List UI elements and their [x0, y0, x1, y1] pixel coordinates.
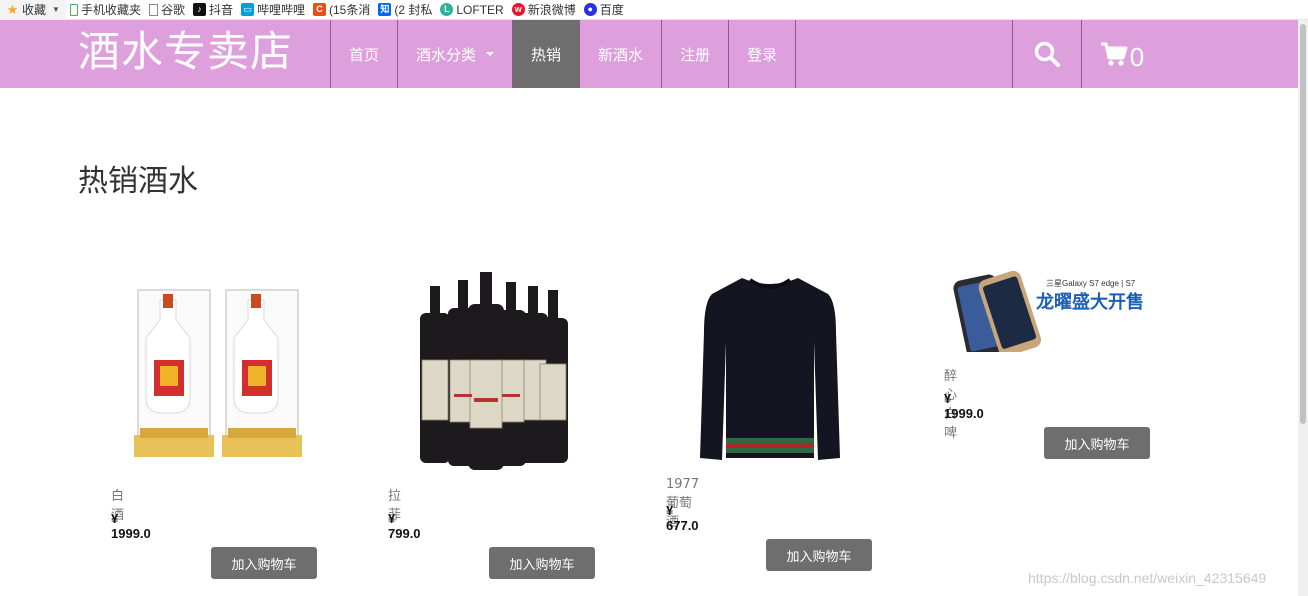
douyin-icon: ♪: [192, 3, 206, 16]
scrollbar[interactable]: [1298, 20, 1308, 596]
product-price: ¥ 1999.0: [111, 511, 151, 541]
page-title: 热销酒水: [78, 164, 198, 199]
bookmarks-bar: ★ 收藏 ▼ 手机收藏夹 谷歌 ♪ 抖音 ▭ 哔哩哔哩 C (15条消 知 (2…: [0, 0, 1308, 20]
brand-logo[interactable]: 酒水专卖店: [78, 26, 293, 78]
nav-item-home[interactable]: 首页: [330, 20, 397, 88]
cart-button[interactable]: 0: [1082, 20, 1162, 88]
nav-item-hot[interactable]: 热销: [512, 20, 580, 88]
bookmark-item[interactable]: L LOFTER: [436, 0, 507, 20]
nav-item-login[interactable]: 登录: [728, 20, 797, 88]
weibo-icon: w: [511, 3, 525, 16]
bookmark-item[interactable]: ▭ 哔哩哔哩: [237, 0, 309, 20]
banner-big-text: 龙曜盛大开售: [1036, 292, 1144, 313]
nav-item-new[interactable]: 新酒水: [579, 20, 661, 88]
navbar: 酒水专卖店 首页 酒水分类 热销 新酒水 注册 登录 0: [0, 20, 1298, 88]
lofter-icon: L: [440, 3, 454, 16]
product-price: ¥ 1999.0: [944, 391, 984, 421]
add-to-cart-button[interactable]: 加入购物车: [211, 547, 317, 579]
bookmark-item[interactable]: 知 (2 封私: [374, 0, 436, 20]
cart-count: 0: [1129, 41, 1145, 72]
caret-down-icon: [486, 52, 495, 56]
cart-icon: [1100, 42, 1128, 66]
add-to-cart-button[interactable]: 加入购物车: [1044, 427, 1150, 459]
bookmark-item[interactable]: ● 百度: [580, 0, 628, 20]
scrollbar-thumb[interactable]: [1300, 24, 1306, 424]
watermark: https://blog.csdn.net/weixin_42315649: [1028, 570, 1267, 586]
bilibili-icon: ▭: [240, 3, 254, 16]
bookmark-favorites[interactable]: ★ 收藏 ▼: [0, 0, 66, 20]
product-price: ¥ 799.0: [388, 511, 421, 541]
baidu-icon: ●: [583, 3, 597, 16]
nav-item-register[interactable]: 注册: [661, 20, 728, 88]
bookmark-item[interactable]: w 新浪微博: [508, 0, 580, 20]
page-icon: [148, 3, 158, 16]
product-image[interactable]: [690, 272, 850, 468]
search-icon: [1034, 41, 1060, 67]
search-button[interactable]: [1012, 20, 1082, 88]
product-price: ¥ 677.0: [666, 503, 699, 533]
phone-icon: [69, 3, 78, 16]
zhihu-icon: 知: [378, 3, 392, 16]
add-to-cart-button[interactable]: 加入购物车: [489, 547, 595, 579]
product-image[interactable]: 三星Galaxy S7 edge | S7 龙曜盛大开售: [944, 262, 1154, 359]
csdn-icon: C: [313, 3, 326, 16]
bookmark-item[interactable]: ♪ 抖音: [189, 0, 237, 20]
nav-item-categories-dropdown[interactable]: 酒水分类: [397, 20, 512, 88]
bookmark-item[interactable]: 谷歌: [145, 0, 189, 20]
chevron-down-icon[interactable]: ▼: [52, 5, 60, 14]
star-icon: ★: [6, 2, 19, 17]
bookmark-item[interactable]: 手机收藏夹: [66, 0, 145, 20]
product-image[interactable]: [410, 268, 580, 474]
product-image[interactable]: [130, 280, 310, 470]
bookmark-item[interactable]: C (15条消: [309, 0, 374, 20]
add-to-cart-button[interactable]: 加入购物车: [766, 539, 872, 571]
nav-menu: 首页 酒水分类 热销 新酒水 注册 登录: [330, 20, 797, 88]
